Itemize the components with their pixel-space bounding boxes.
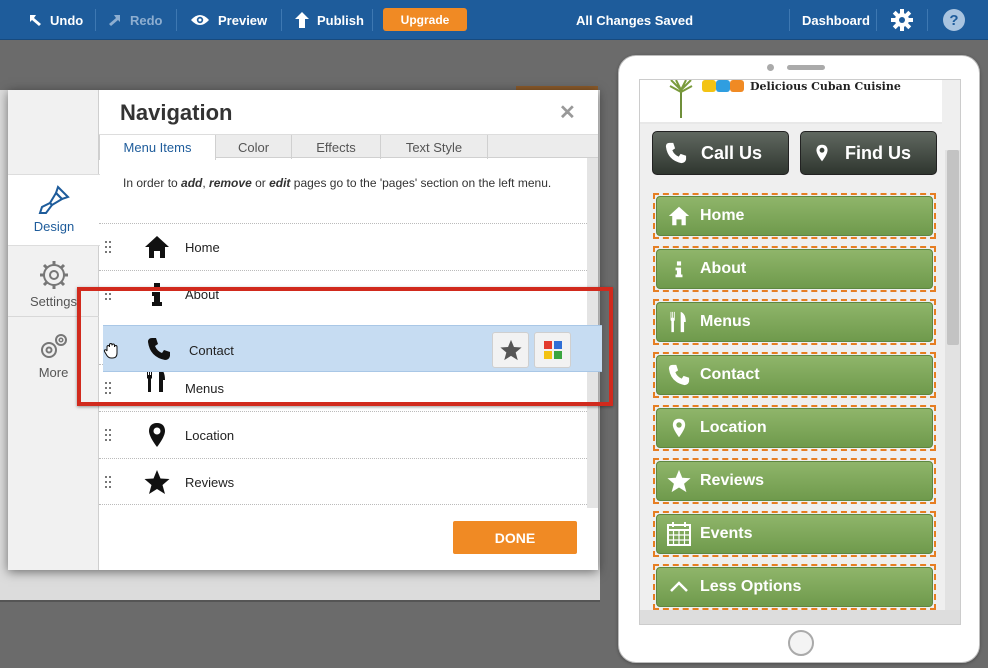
settings-button[interactable]	[891, 0, 913, 40]
gears-icon	[40, 334, 67, 358]
preview-menu-label: Events	[700, 525, 753, 542]
redo-button[interactable]: Redo	[108, 0, 163, 40]
tab-effects[interactable]: Effects	[292, 135, 381, 159]
list-item-label: Home	[185, 240, 220, 255]
preview-bottom-bar	[640, 610, 960, 624]
save-status: All Changes Saved	[576, 12, 694, 28]
redo-icon	[109, 15, 120, 26]
utensils-icon	[670, 311, 686, 333]
paintbrush-icon	[38, 185, 70, 214]
instructions-text: In order to add, remove or edit pages go…	[123, 176, 552, 190]
preview-menu-label: Menus	[700, 313, 751, 330]
help-icon: ?	[943, 9, 965, 31]
sidebar-label-more: More	[38, 365, 69, 380]
dashboard-button[interactable]: Dashboard	[802, 0, 870, 40]
dashboard-label: Dashboard	[802, 12, 870, 28]
find-us-label: Find Us	[845, 142, 911, 163]
undo-label: Undo	[50, 12, 84, 28]
eye-icon	[191, 15, 209, 25]
preview-menu-label: Home	[700, 207, 745, 224]
tab-menu-items[interactable]: Menu Items	[99, 135, 216, 160]
redo-label: Redo	[130, 12, 163, 28]
brand-logo-icon	[702, 80, 744, 92]
preview-menu-about[interactable]: About	[653, 246, 936, 292]
undo-button[interactable]: Undo	[28, 0, 83, 40]
list-item-reviews[interactable]: Reviews	[99, 458, 587, 505]
done-button[interactable]: DONE	[453, 521, 577, 554]
preview-button[interactable]: Preview	[190, 0, 267, 40]
upgrade-button[interactable]: Upgrade	[383, 8, 467, 31]
navigation-tabs: Menu Items Color Effects Text Style	[99, 134, 598, 160]
list-item-home[interactable]: Home	[99, 223, 587, 270]
sidebar-label-design: Design	[33, 219, 75, 234]
preview-menu-label: Location	[700, 419, 767, 436]
preview-screen: Delicious Cuban Cuisine Call Us Find Us …	[639, 79, 961, 625]
preview-menu-reviews[interactable]: Reviews	[653, 458, 936, 504]
list-item-label: Reviews	[185, 475, 235, 490]
highlight-frame	[77, 287, 613, 406]
map-pin-icon	[149, 423, 165, 447]
find-us-button[interactable]: Find Us	[800, 131, 937, 175]
site-header: Delicious Cuban Cuisine	[640, 80, 942, 124]
preview-label: Preview	[218, 12, 268, 28]
map-pin-icon	[816, 144, 828, 162]
publish-label: Publish	[317, 12, 364, 28]
mobile-preview-device: Delicious Cuban Cuisine Call Us Find Us …	[618, 55, 980, 663]
upload-arrow-icon	[295, 12, 309, 28]
list-item-label: Location	[185, 428, 235, 443]
camera-dot	[767, 64, 774, 71]
panel-title: Navigation	[120, 100, 233, 125]
palm-logo-icon	[669, 80, 693, 118]
undo-icon	[30, 15, 41, 26]
speaker-slot	[787, 65, 825, 70]
home-icon	[668, 206, 690, 226]
info-icon	[675, 261, 683, 278]
home-icon	[145, 236, 169, 258]
star-icon	[144, 470, 170, 494]
drag-handle-icon[interactable]	[105, 429, 111, 441]
drag-handle-icon[interactable]	[105, 241, 111, 253]
phone-icon	[668, 364, 690, 386]
sidebar-label-settings: Settings	[30, 294, 77, 309]
home-hardware-button	[788, 630, 814, 656]
preview-menu-label: About	[700, 260, 747, 277]
phone-icon	[665, 142, 687, 164]
tab-text-style[interactable]: Text Style	[381, 135, 488, 159]
preview-scrollbar-thumb[interactable]	[947, 150, 959, 345]
close-icon[interactable]: ✕	[559, 100, 576, 125]
preview-menu-less-options[interactable]: Less Options	[653, 564, 936, 610]
preview-menu-label: Reviews	[700, 472, 765, 489]
chevron-up-icon	[670, 581, 688, 592]
sidebar-item-design[interactable]: Design	[8, 174, 100, 246]
top-toolbar: Undo Redo Preview Publish Upgrade All Ch…	[0, 0, 988, 40]
preview-menu-contact[interactable]: Contact	[653, 352, 936, 398]
help-button[interactable]: ?	[943, 0, 965, 40]
publish-button[interactable]: Publish	[295, 0, 364, 40]
map-pin-icon	[672, 418, 686, 438]
gear-icon	[891, 9, 913, 31]
call-us-label: Call Us	[701, 142, 763, 163]
svg-text:?: ?	[949, 12, 958, 29]
calendar-icon	[667, 522, 691, 546]
preview-menu-events[interactable]: Events	[653, 511, 936, 557]
preview-menu-home[interactable]: Home	[653, 193, 936, 239]
drag-handle-icon[interactable]	[105, 476, 111, 488]
list-item-location[interactable]: Location	[99, 411, 587, 458]
preview-menu-location[interactable]: Location	[653, 405, 936, 451]
preview-menu-label: Less Options	[700, 578, 802, 595]
gear-outline-icon	[39, 261, 68, 289]
call-us-button[interactable]: Call Us	[652, 131, 789, 175]
brand-name: Delicious Cuban Cuisine	[750, 80, 901, 93]
preview-menu-label: Contact	[700, 366, 760, 383]
preview-menu-menus[interactable]: Menus	[653, 299, 936, 345]
star-icon	[667, 469, 691, 493]
tab-color[interactable]: Color	[216, 135, 292, 159]
